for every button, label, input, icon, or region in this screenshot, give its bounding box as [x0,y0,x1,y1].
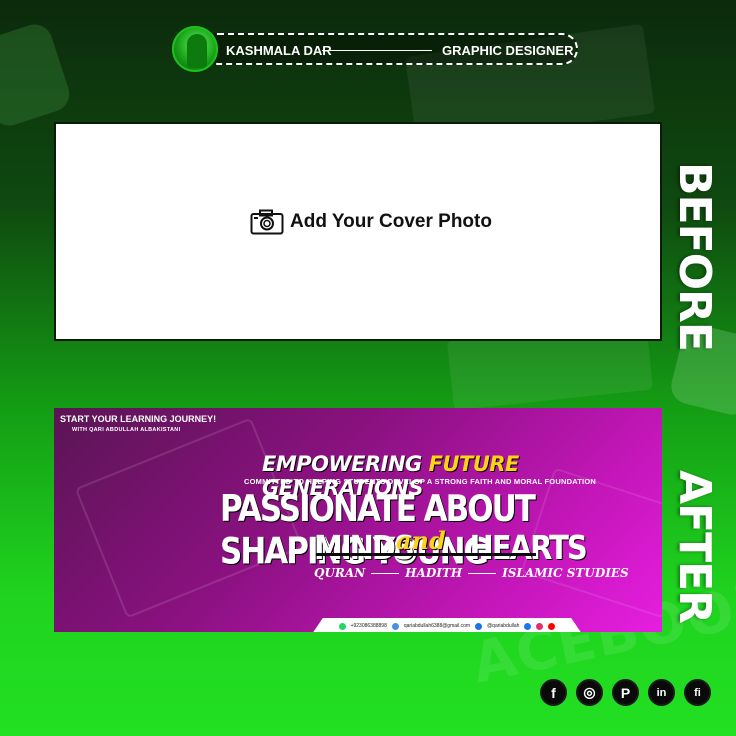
banner-main-line2: MINDS HEARTS [314,528,588,568]
banner-topics: QURAN HADITH ISLAMIC STUDIES [314,566,629,580]
background-instagram-tile [0,19,74,131]
before-cover-placeholder[interactable]: Add Your Cover Photo [54,122,662,341]
designer-role: GRAPHIC DESIGNER [442,43,574,58]
banner-tagline: START YOUR LEARNING JOURNEY! [60,414,217,424]
camera-icon [250,209,284,235]
divider-line [322,50,432,51]
youtube-icon [548,622,556,630]
contact-phone: +923086388898 [350,623,387,629]
designer-name: KASHMALA DAR [226,43,332,58]
designer-header: KASHMALA DAR GRAPHIC DESIGNER [172,26,578,72]
fiverr-icon[interactable]: fi [684,679,711,706]
topic-item: QURAN [314,566,366,580]
designer-badge: KASHMALA DAR GRAPHIC DESIGNER [202,33,578,65]
banner-script-word: and [396,526,446,555]
add-cover-photo-label: Add Your Cover Photo [290,211,492,232]
avatar [172,26,218,72]
banner-byline: WITH QARI ABDULLAH ALBAKISTANI [72,427,181,433]
globe-icon [475,622,483,630]
avatar-figure [187,34,207,68]
headline-highlight: FUTURE [428,452,520,476]
linkedin-icon[interactable]: in [648,679,675,706]
contact-handle: @qariabdullah [487,623,520,629]
instagram-icon [536,622,544,630]
banner-contact-bar: +923086388898 qariabdullah6388@gmail.com… [312,618,582,632]
whatsapp-icon [338,622,346,630]
before-label: BEFORE [669,162,720,351]
banner-subheadline: COMMITTED TO HELPING STUDENTS DEVELOP A … [244,477,596,486]
after-cover-banner: START YOUR LEARNING JOURNEY! WITH QARI A… [54,408,662,632]
headline-part1: EMPOWERING [262,452,429,476]
after-label: AFTER [669,470,720,624]
social-links: f ◎ P in fi [540,679,711,706]
topic-item: ISLAMIC STUDIES [502,566,629,580]
pinterest-icon[interactable]: P [612,679,639,706]
facebook-icon[interactable]: f [540,679,567,706]
topic-divider [468,572,497,574]
instagram-icon[interactable]: ◎ [576,679,603,706]
add-cover-photo[interactable]: Add Your Cover Photo [250,208,492,236]
facebook-icon [524,622,532,630]
contact-email: qariabdullah6388@gmail.com [403,623,471,629]
topic-item: HADITH [405,566,463,580]
topic-divider [371,572,400,574]
email-icon [391,622,399,630]
